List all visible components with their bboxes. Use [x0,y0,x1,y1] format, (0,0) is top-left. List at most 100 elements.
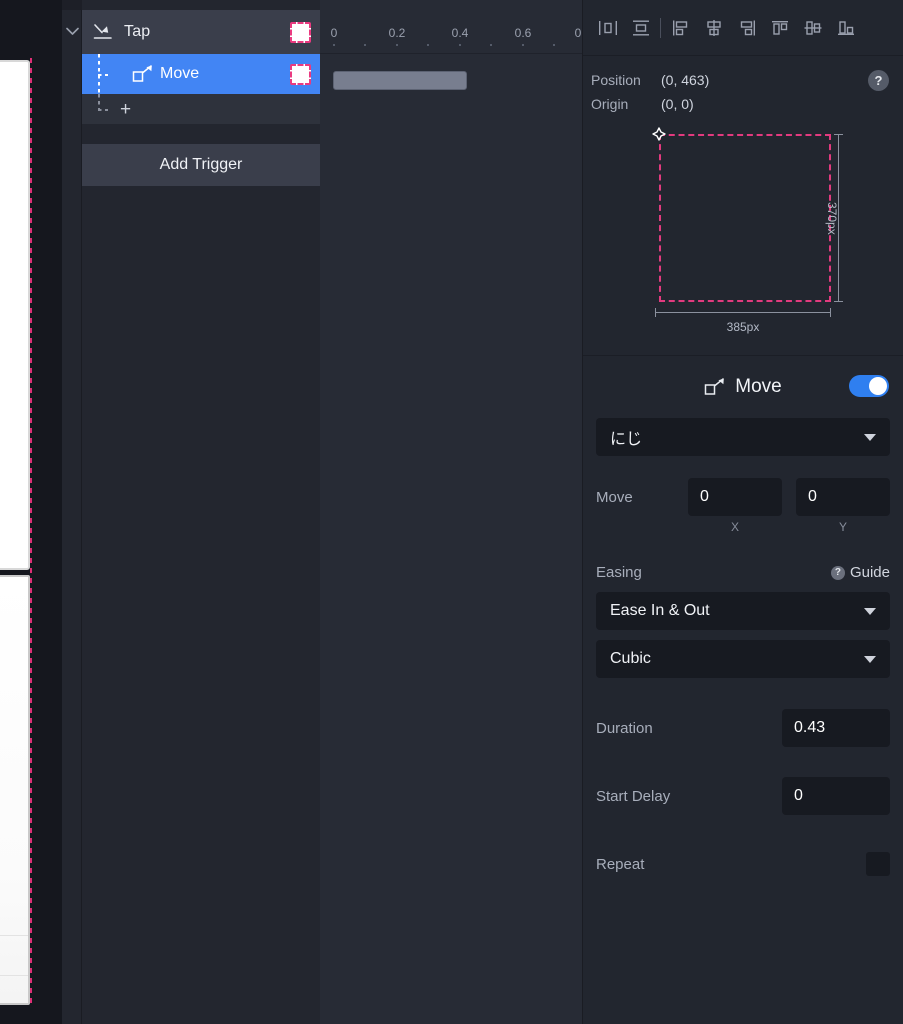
easing-curve-value: Cubic [610,650,651,667]
caret-down-icon [864,434,876,441]
ruler-tick-label: 0.4 [451,26,469,40]
easing-type-value: Ease In & Out [610,602,710,619]
origin-move-icon[interactable] [649,124,669,144]
width-dimension-label: 385px [726,320,760,334]
toolbar-divider [660,17,661,38]
caret-down-icon [864,608,876,615]
duration-row: Duration 0.43 [583,709,903,747]
start-delay-label: Start Delay [596,787,671,805]
width-dimension-line [655,308,831,317]
easing-curve-select[interactable]: Cubic [596,640,890,678]
start-delay-input[interactable]: 0 [782,777,890,815]
align-left-icon[interactable] [664,13,697,43]
distribute-vertical-icon[interactable] [624,13,657,43]
response-row-move[interactable]: Move [82,54,320,94]
response-color-swatch[interactable] [289,63,311,85]
ruler-tick-dot [333,44,335,46]
easing-guide-link[interactable]: ? Guide [830,564,890,581]
tree-branch-line [98,109,108,111]
add-response-row[interactable]: + [82,94,320,124]
artboard-bottom[interactable] [0,575,30,1005]
section-title: Move [735,376,782,397]
trigger-row-tap[interactable]: Tap [82,10,320,54]
easing-header: Easing ? Guide [583,564,903,581]
move-icon [704,378,726,396]
chevron-down-icon[interactable] [62,22,82,40]
tree-connector [82,54,126,94]
inspector-panel: Position (0, 463) Origin (0, 0) ? 370px … [583,0,903,1024]
align-toolbar [583,0,903,56]
align-bottom-icon[interactable] [829,13,862,43]
duration-input[interactable]: 0.43 [782,709,890,747]
easing-label: Easing [596,564,642,581]
timeline-tracks[interactable] [320,54,582,1024]
trigger-label: Tap [124,23,151,40]
panel-gutter [62,0,82,1024]
trigger-swatch-cell[interactable] [280,10,320,54]
start-delay-row: Start Delay 0 [583,777,903,815]
move-x-input[interactable]: 0 [688,478,782,516]
add-trigger-label: Add Trigger [159,156,243,173]
position-row: Position (0, 463) [583,68,903,92]
artboard-divider [0,935,28,936]
easing-type-select[interactable]: Ease In & Out [596,592,890,630]
trigger-list-panel: Tap Move + Add Trigger [82,0,320,1024]
response-label: Move [160,65,200,82]
ruler-tick-dot [490,44,492,46]
move-xy-captions: X Y [583,520,903,534]
origin-value: (0, 0) [661,96,694,112]
ruler-tick-dot [364,44,366,46]
move-xy-row: Move 0 0 [583,478,903,516]
response-swatch-cell[interactable] [280,52,320,96]
add-trigger-button[interactable]: Add Trigger [82,144,320,186]
help-circle-icon: ? [830,565,845,580]
repeat-checkbox[interactable] [866,852,890,876]
timeline-ruler[interactable]: 0 0.2 0.4 0.6 0 [320,0,582,54]
tree-branch-line [98,74,108,76]
target-layer-value: にじ [610,431,643,448]
align-right-icon[interactable] [730,13,763,43]
ruler-tick-label: 0 [330,26,338,40]
height-dimension-label: 370px [825,202,839,235]
timeline-clip-move[interactable] [333,71,467,90]
canvas-strip [0,0,62,1024]
trigger-color-swatch[interactable] [289,21,311,43]
repeat-row: Repeat [583,852,903,876]
ruler-tick-dot [522,44,524,46]
distribute-horizontal-icon[interactable] [591,13,624,43]
selection-outline [30,58,32,1008]
help-icon[interactable]: ? [868,70,889,91]
align-top-icon[interactable] [763,13,796,43]
move-xy-inputs: 0 0 [688,478,890,516]
ruler-tick-label: 0 [574,26,582,40]
shape-preview: 370px 385px [583,116,903,356]
align-middle-vertical-icon[interactable] [796,13,829,43]
position-value: (0, 463) [661,72,710,88]
object-meta: Position (0, 463) Origin (0, 0) ? [583,56,903,116]
move-y-input[interactable]: 0 [796,478,890,516]
align-center-horizontal-icon[interactable] [697,13,730,43]
timeline-panel[interactable]: 0 0.2 0.4 0.6 0 [320,0,583,1024]
duration-label: Duration [596,719,653,737]
ruler-tick-dot [427,44,429,46]
app-root: Tap Move + Add Trigger 0 0.2 0.4 0.6 0 P… [0,0,903,1024]
tree-vertical-line [98,94,100,109]
target-layer-select[interactable]: にじ [596,418,890,456]
tree-connector-end [82,94,126,124]
ruler-tick-dot [396,44,398,46]
position-label: Position [591,72,641,88]
ruler-tick-dot [553,44,555,46]
ruler-tick-label: 0.2 [388,26,406,40]
move-y-caption: Y [838,520,847,534]
ruler-tick-dot [459,44,461,46]
gutter-top-cap [62,0,82,10]
repeat-label: Repeat [596,855,645,873]
artboard-top[interactable] [0,60,30,570]
move-enable-toggle[interactable] [849,375,889,397]
move-icon [126,65,160,83]
move-label: Move [596,488,633,506]
artboard-divider [0,975,28,976]
tap-icon [82,23,124,41]
caret-down-icon [864,656,876,663]
